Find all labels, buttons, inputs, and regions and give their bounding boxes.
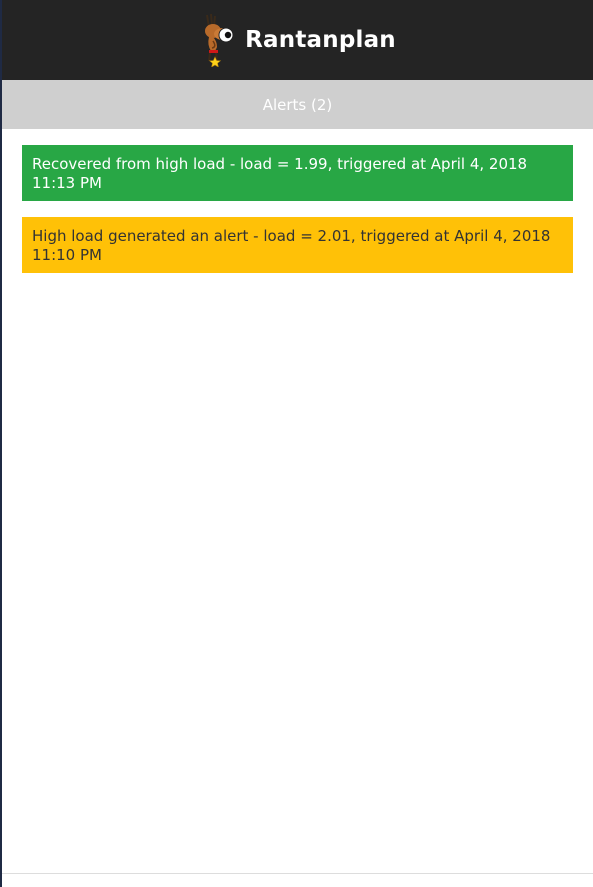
alert-text: Recovered from high load - load = 1.99, … xyxy=(32,155,528,192)
app-header: Rantanplan xyxy=(2,0,593,80)
alert-recovered: Recovered from high load - load = 1.99, … xyxy=(22,145,573,201)
app-title: Rantanplan xyxy=(245,27,396,53)
tab-alerts[interactable]: Alerts (2) xyxy=(263,96,333,114)
alert-high-load: High load generated an alert - load = 2.… xyxy=(22,217,573,273)
app-page: Rantanplan Alerts (2) Recovered from hig… xyxy=(0,0,593,887)
bottom-divider xyxy=(2,873,593,874)
alert-text: High load generated an alert - load = 2.… xyxy=(32,227,551,264)
alerts-list: Recovered from high load - load = 1.99, … xyxy=(2,129,593,273)
dog-mascot-icon xyxy=(199,13,235,67)
tab-bar: Alerts (2) xyxy=(2,80,593,129)
